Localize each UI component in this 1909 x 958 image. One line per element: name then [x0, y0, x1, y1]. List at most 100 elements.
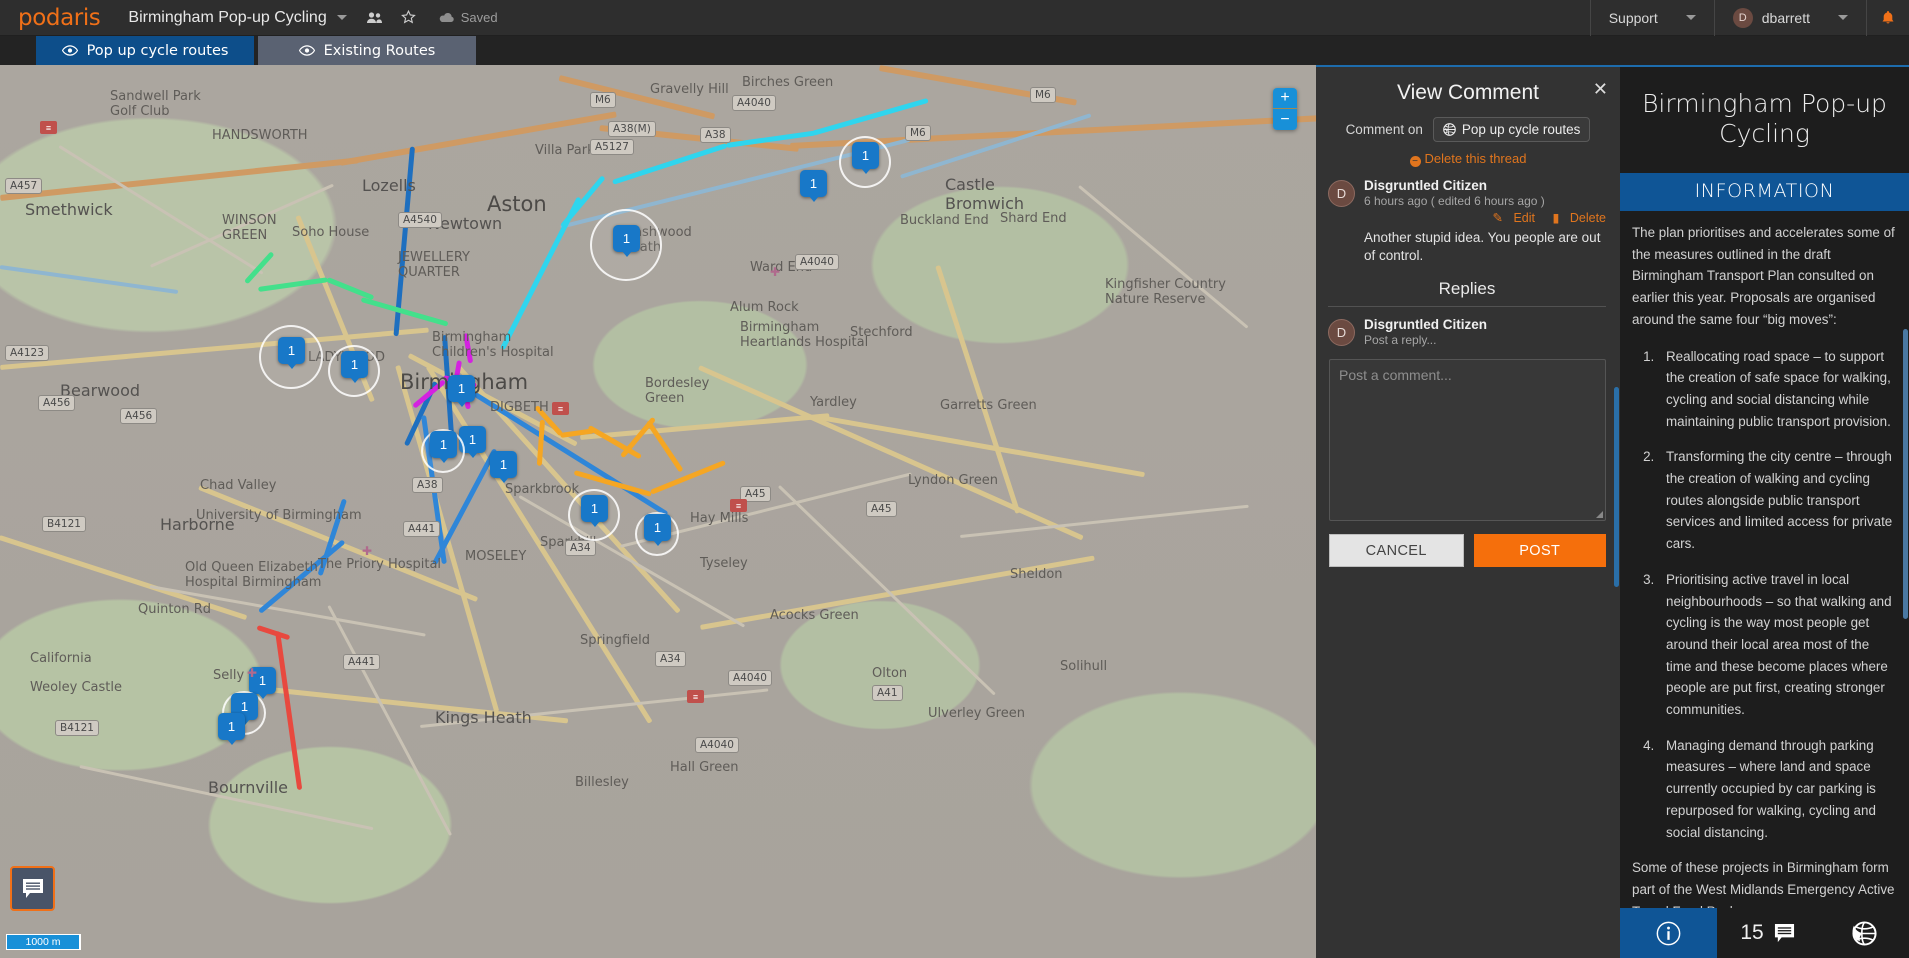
information-scrollbar[interactable] — [1903, 329, 1908, 619]
map-road-shield: M6 — [905, 125, 931, 141]
map-road-shield: A4040 — [695, 737, 739, 753]
comment-bubble-icon — [1774, 923, 1794, 942]
map-comment-marker[interactable]: 1 — [448, 375, 475, 407]
map-road-shield: A45 — [866, 501, 897, 517]
edit-comment-button[interactable]: ✎ Edit — [1485, 211, 1538, 225]
comment-actions: ✎ Edit ▮ Delete — [1364, 210, 1606, 225]
information-intro: The plan prioritises and accelerates som… — [1632, 225, 1895, 327]
rail-station-icon: ≡ — [687, 690, 704, 703]
reply-textarea[interactable]: Post a comment... — [1329, 359, 1606, 522]
project-menu-chevron-down-icon[interactable] — [336, 15, 347, 20]
delete-thread-button[interactable]: − Delete this thread — [1316, 149, 1620, 174]
hospital-poi-icon: ✚ — [770, 265, 781, 279]
globe-icon — [1851, 920, 1877, 946]
rail-station-icon: ≡ — [730, 499, 747, 512]
information-big-moves-list: Reallocating road space – to support the… — [1632, 346, 1895, 844]
map-road-shield: A38 — [700, 127, 731, 143]
information-list-item: Transforming the city centre – through t… — [1658, 446, 1895, 555]
map-tab-button[interactable] — [1819, 908, 1909, 958]
comment-on-label: Comment on — [1345, 122, 1423, 137]
top-bar: podaris Birmingham Pop-up Cycling Saved … — [0, 0, 1909, 36]
information-list-item: Managing demand through parking measures… — [1658, 735, 1895, 844]
reply-author: Disgruntled Citizen — [1364, 317, 1488, 333]
map-comment-marker[interactable]: 1 — [613, 225, 640, 257]
map-road-shield: A456 — [38, 395, 76, 411]
reply-prompt: Post a reply... — [1364, 333, 1437, 348]
map-road-shield: A5127 — [590, 139, 634, 155]
comment-panel-scrollbar[interactable] — [1614, 387, 1619, 587]
rail-station-icon: ≡ — [40, 121, 57, 134]
support-label: Support — [1608, 9, 1658, 26]
hospital-poi-icon: ✚ — [247, 666, 258, 680]
reply-composer-header: D Disgruntled Citizen Post a reply... — [1316, 307, 1620, 347]
notifications-bell-icon[interactable] — [1867, 10, 1909, 26]
map-road-shield: A34 — [655, 651, 686, 667]
people-icon[interactable] — [366, 11, 383, 24]
map-road-shield: A4040 — [732, 95, 776, 111]
view-comment-panel: View Comment ✕ Comment on Pop up cycle r… — [1316, 65, 1620, 958]
comment-target-chip[interactable]: Pop up cycle routes — [1432, 117, 1591, 142]
map-road-shield: M6 — [590, 92, 616, 108]
comment-count: 15 — [1740, 921, 1764, 944]
map-comment-marker[interactable]: 1 — [278, 337, 305, 369]
tab-label: Existing Routes — [323, 42, 436, 59]
information-section-header: INFORMATION — [1620, 173, 1909, 211]
delete-label: Delete — [1569, 211, 1606, 225]
comment-panel-actions: CANCEL POST — [1329, 534, 1606, 568]
project-title: Birmingham Pop-up Cycling — [128, 8, 327, 26]
map-road-shield: B4121 — [55, 720, 99, 736]
chevron-down-icon — [1838, 15, 1848, 20]
save-status-label: Saved — [460, 10, 498, 25]
map-canvas[interactable]: HANDSWORTH Sandwell Park Golf Club Lozells A… — [0, 65, 1316, 958]
map-road-shield: A457 — [5, 178, 43, 194]
tab-existing-routes[interactable]: Existing Routes — [258, 36, 476, 65]
tab-label: Pop up cycle routes — [86, 42, 229, 59]
page-title: Birmingham Pop-up Cycling — [1642, 89, 1887, 148]
post-button[interactable]: POST — [1473, 534, 1606, 568]
close-icon[interactable]: ✕ — [1593, 80, 1608, 98]
pencil-icon: ✎ — [1492, 211, 1503, 225]
map-road-shield: A41 — [872, 685, 903, 701]
information-list-item: Prioritising active travel in local neig… — [1658, 569, 1895, 721]
comment-mode-toggle-button[interactable] — [10, 866, 55, 911]
globe-icon — [1443, 123, 1456, 136]
zoom-in-button[interactable]: + — [1273, 88, 1297, 109]
map-comment-marker[interactable]: 1 — [800, 170, 827, 202]
avatar: D — [1328, 180, 1355, 207]
cloud-saved-icon — [439, 12, 455, 23]
map-road-shield: A38(M) — [608, 121, 656, 137]
delete-comment-button[interactable]: ▮ Delete — [1545, 211, 1606, 225]
map-comment-marker[interactable]: 1 — [490, 451, 517, 483]
comments-tab-button[interactable]: 15 — [1717, 908, 1819, 958]
zoom-out-button[interactable]: − — [1273, 109, 1297, 130]
map-zoom-controls[interactable]: + − — [1273, 88, 1297, 130]
info-tab-button[interactable] — [1620, 908, 1717, 958]
map-comment-marker[interactable]: 1 — [430, 431, 457, 463]
avatar: D — [1732, 7, 1753, 28]
cancel-button[interactable]: CANCEL — [1329, 534, 1464, 568]
map-road-shield: A441 — [403, 521, 441, 537]
edit-label: Edit — [1513, 211, 1535, 225]
map-road-shield: A38 — [412, 477, 443, 493]
map-comment-marker[interactable]: 1 — [644, 514, 671, 546]
map-comment-marker[interactable]: 1 — [341, 351, 368, 383]
comment-timestamp: 6 hours ago ( edited 6 hours ago ) — [1364, 194, 1545, 208]
star-icon[interactable] — [400, 10, 416, 25]
info-circle-icon — [1656, 921, 1681, 945]
map-comment-marker[interactable]: 1 — [581, 495, 608, 527]
information-panel: Birmingham Pop-up Cycling INFORMATION Th… — [1620, 65, 1909, 958]
map-comment-marker[interactable]: 1 — [852, 142, 879, 174]
user-menu[interactable]: D dbarrett — [1715, 0, 1866, 36]
minus-circle-icon: − — [1409, 156, 1421, 167]
map-road-shield: A4123 — [5, 345, 49, 361]
information-trailing-text: Some of these projects in Birmingham for… — [1632, 860, 1895, 908]
comment-panel-header: View Comment ✕ — [1316, 67, 1620, 115]
trash-icon: ▮ — [1552, 211, 1560, 225]
map-road-shield: A34 — [565, 540, 596, 556]
map-comment-marker[interactable]: 1 — [218, 713, 245, 745]
support-menu[interactable]: Support — [1591, 0, 1714, 36]
replies-header: Replies — [1328, 279, 1606, 308]
comment-target-label: Pop up cycle routes — [1461, 122, 1581, 137]
tab-pop-up-cycle-routes[interactable]: Pop up cycle routes — [36, 36, 254, 65]
podaris-logo[interactable]: podaris — [0, 5, 116, 31]
